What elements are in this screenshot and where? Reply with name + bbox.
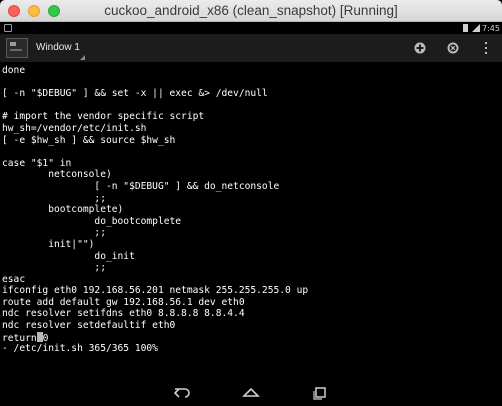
cursor-line-suffix: 0 bbox=[42, 332, 49, 344]
battery-icon bbox=[463, 24, 468, 32]
terminal-output[interactable]: done [ -n "$DEBUG" ] && set -x || exec &… bbox=[0, 62, 502, 380]
terminal-line: done bbox=[2, 65, 26, 76]
terminal-line: esac bbox=[2, 273, 26, 285]
status-clock: 7:45 bbox=[482, 24, 500, 33]
virtualbox-window: cuckoo_android_x86 (clean_snapshot) [Run… bbox=[0, 0, 502, 406]
android-status-bar: 7:45 bbox=[0, 23, 502, 34]
window-title: cuckoo_android_x86 (clean_snapshot) [Run… bbox=[104, 3, 398, 18]
terminal-line: ifconfig eth0 192.168.56.201 netmask 255… bbox=[2, 285, 309, 297]
cursor-line-prefix: return bbox=[2, 332, 37, 344]
terminal-app-icon[interactable] bbox=[6, 38, 28, 58]
terminal-notification-icon bbox=[4, 24, 12, 32]
terminal-action-bar: Window 1 bbox=[0, 34, 502, 62]
terminal-line: bootcomplete) bbox=[2, 204, 124, 216]
terminal-status-line: - /etc/init.sh 365/365 100% bbox=[2, 343, 158, 355]
terminal-line: do_bootcomplete bbox=[2, 215, 182, 227]
terminal-line: [ -e $hw_sh ] && source $hw_sh bbox=[2, 134, 176, 146]
android-nav-bar bbox=[0, 380, 502, 406]
terminal-line: ndc resolver setdefaultif eth0 bbox=[2, 320, 176, 332]
terminal-line: ndc resolver setifdns eth0 8.8.8.8 8.8.4… bbox=[2, 308, 245, 320]
terminal-line: hw_sh=/vendor/etc/init.sh bbox=[2, 122, 147, 134]
terminal-line: do_init bbox=[2, 250, 135, 262]
close-window-icon[interactable] bbox=[447, 42, 459, 54]
overflow-menu-icon[interactable] bbox=[484, 41, 488, 55]
terminal-line: init|"") bbox=[2, 238, 95, 250]
signal-icon bbox=[472, 24, 480, 32]
title-bar[interactable]: cuckoo_android_x86 (clean_snapshot) [Run… bbox=[0, 0, 502, 22]
terminal-line: ;; bbox=[2, 262, 106, 274]
terminal-line: case "$1" in bbox=[2, 157, 72, 169]
tab-dropdown-indicator-icon bbox=[80, 55, 85, 60]
terminal-line: ;; bbox=[2, 192, 106, 204]
terminal-line: route add default gw 192.168.56.1 dev et… bbox=[2, 296, 245, 308]
home-icon[interactable] bbox=[241, 385, 261, 401]
terminal-line: [ -n "$DEBUG" ] && do_netconsole bbox=[2, 180, 280, 192]
terminal-line: # import the vendor specific script bbox=[2, 111, 205, 123]
window-tab-label[interactable]: Window 1 bbox=[36, 34, 80, 62]
terminal-line: netconsole) bbox=[2, 169, 112, 181]
new-window-icon[interactable] bbox=[414, 42, 426, 54]
terminal-line: ;; bbox=[2, 227, 106, 239]
recent-apps-icon[interactable] bbox=[310, 385, 330, 401]
terminal-cursor-line: return 0 bbox=[2, 331, 502, 344]
terminal-line: [ -n "$DEBUG" ] && set -x || exec &> /de… bbox=[2, 88, 268, 100]
back-icon[interactable] bbox=[172, 385, 192, 401]
